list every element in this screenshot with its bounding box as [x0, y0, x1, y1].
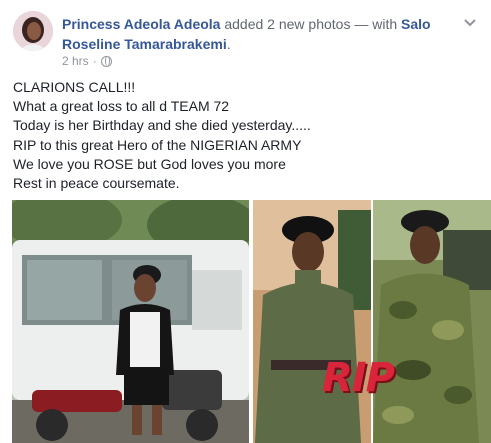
post-action-text: added 2 new photos — with — [220, 16, 402, 32]
message-line: What a great loss to all d TEAM 72 — [13, 98, 230, 115]
message-line: We love you ROSE but God loves you more — [13, 155, 286, 172]
post-message: CLARIONS CALL!!! What a great loss to al… — [13, 78, 473, 193]
meta-separator: · — [92, 54, 97, 68]
rip-overlay-text: RIP — [322, 355, 395, 401]
message-line: Rest in peace coursemate. — [13, 175, 180, 192]
author-avatar[interactable] — [13, 11, 53, 51]
author-name-link[interactable]: Princess Adeola Adeola — [62, 16, 220, 32]
post-meta: 2 hrs · — [62, 54, 112, 68]
post-timestamp-link[interactable]: 2 hrs — [62, 54, 89, 68]
message-line: Today is her Birthday and she died yeste… — [13, 117, 311, 134]
globe-icon[interactable] — [100, 55, 112, 67]
message-line: CLARIONS CALL!!! — [13, 79, 136, 95]
header-punctuation: . — [226, 36, 231, 52]
post-photo-2[interactable] — [253, 200, 491, 443]
post-photo-1[interactable] — [12, 200, 249, 443]
chevron-down-icon[interactable] — [461, 14, 479, 32]
post-header: Princess Adeola Adeola added 2 new photo… — [62, 14, 462, 54]
message-line: RIP to this great Hero of the NIGERIAN A… — [13, 136, 302, 153]
feed-post: Princess Adeola Adeola added 2 new photo… — [0, 0, 491, 443]
